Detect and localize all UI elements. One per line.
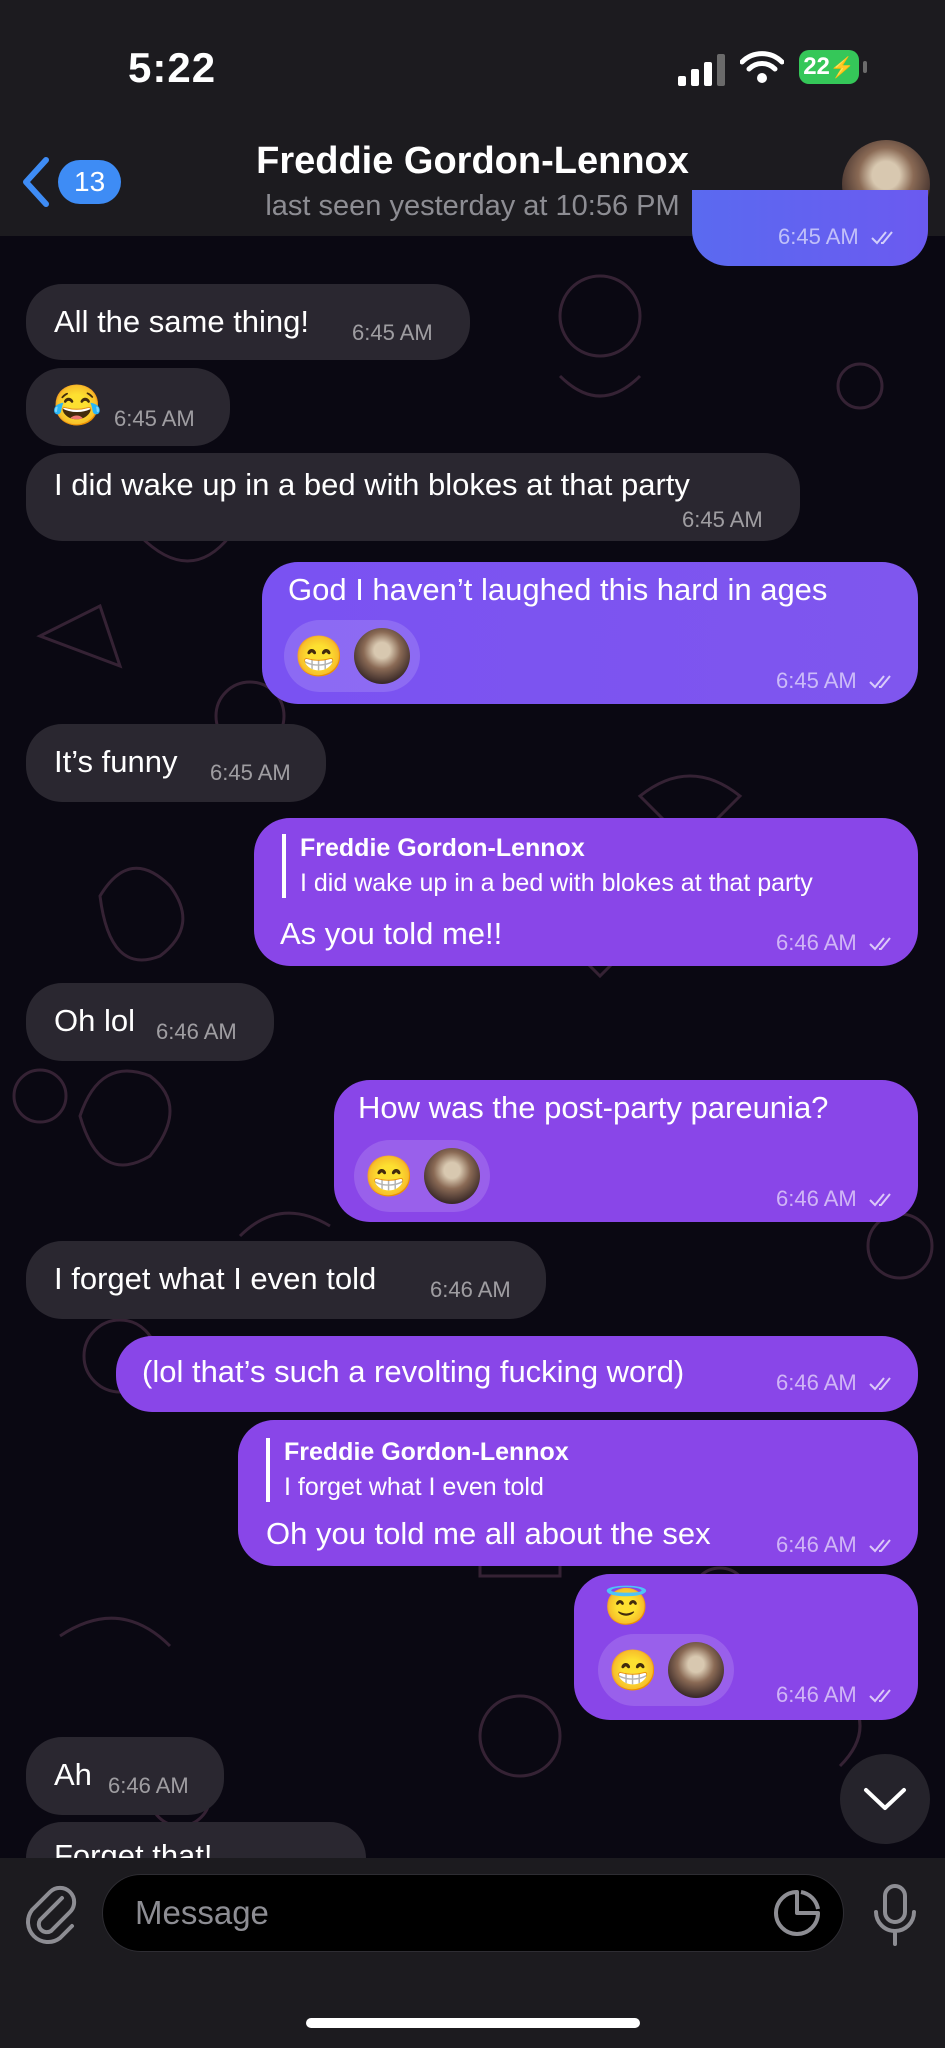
message-bubble-outgoing[interactable]: Freddie Gordon-Lennox I did wake up in a… — [254, 818, 918, 966]
sticker-icon[interactable] — [772, 1888, 822, 1938]
message-bubble-outgoing[interactable]: Lol 6:45 AM — [692, 190, 928, 266]
reactor-avatar — [423, 1148, 480, 1204]
message-time: 6:46 AM — [108, 1773, 189, 1798]
message-time-text: 6:46 AM — [776, 1370, 857, 1395]
message-bubble-incoming[interactable]: 😂 6:45 AM — [26, 368, 230, 446]
message-text: Oh lol — [54, 1003, 135, 1038]
reply-preview[interactable]: Freddie Gordon-Lennox I did wake up in a… — [282, 834, 813, 898]
message-time-text: 6:45 AM — [778, 224, 859, 249]
reaction-emoji: 😁 — [608, 1648, 658, 1693]
message-text: How was the post-party pareunia? — [358, 1090, 829, 1125]
reply-text: I did wake up in a bed with blokes at th… — [300, 869, 813, 897]
message-text: Forget that! — [54, 1838, 213, 1858]
message-bubble-incoming[interactable]: I did wake up in a bed with blokes at th… — [26, 453, 800, 541]
scroll-to-bottom-button[interactable] — [840, 1754, 930, 1844]
reply-preview[interactable]: Freddie Gordon-Lennox I forget what I ev… — [266, 1438, 569, 1502]
double-check-icon — [871, 231, 893, 245]
microphone-icon[interactable] — [870, 1882, 920, 1948]
message-bubble-incoming[interactable]: Forget that! — [26, 1822, 366, 1858]
message-bubble-incoming[interactable]: Ah 6:46 AM — [26, 1737, 224, 1815]
double-check-icon — [869, 675, 891, 689]
reply-sender: Freddie Gordon-Lennox — [300, 834, 585, 862]
message-time: 6:45 AM — [210, 760, 291, 785]
double-check-icon — [869, 1539, 891, 1553]
message-time-text: 6:45 AM — [776, 668, 857, 693]
signal-icon — [678, 54, 725, 86]
message-time: 6:46 AM — [776, 1186, 895, 1212]
message-emoji: 😂 — [52, 384, 102, 428]
message-bubble-incoming[interactable]: I forget what I even told 6:46 AM — [26, 1241, 546, 1319]
message-time: 6:46 AM — [430, 1277, 511, 1302]
reaction-emoji: 😁 — [294, 634, 344, 679]
message-bubble-incoming[interactable]: It’s funny 6:45 AM — [26, 724, 326, 802]
double-check-icon — [869, 1193, 891, 1207]
message-bubble-outgoing[interactable]: How was the post-party pareunia? 😁 6:46 … — [334, 1080, 918, 1222]
message-time-text: 6:46 AM — [776, 1186, 857, 1211]
contact-name[interactable]: Freddie Gordon-Lennox — [0, 140, 945, 183]
message-time: 6:46 AM — [156, 1019, 237, 1044]
charging-bolt-icon: ⚡ — [829, 56, 855, 79]
message-text: Ah — [54, 1757, 92, 1792]
double-check-icon — [869, 1689, 891, 1703]
message-emoji: 😇 — [604, 1586, 649, 1627]
reaction-chip[interactable]: 😁 — [284, 620, 420, 692]
message-bubble-outgoing[interactable]: 😇 😁 6:46 AM — [574, 1574, 918, 1720]
message-text: It’s funny — [54, 744, 178, 779]
reaction-emoji: 😁 — [364, 1154, 414, 1199]
message-text: As you told me!! — [280, 916, 503, 951]
message-text: I did wake up in a bed with blokes at th… — [54, 467, 690, 502]
message-bubble-outgoing[interactable]: God I haven’t laughed this hard in ages … — [262, 562, 918, 704]
message-text: Lol — [720, 196, 761, 229]
message-text: I forget what I even told — [54, 1261, 377, 1296]
status-bar: 5:22 22 ⚡ — [0, 0, 945, 130]
message-time: 6:46 AM — [776, 1370, 895, 1396]
message-bubble-incoming[interactable]: All the same thing! 6:45 AM — [26, 284, 470, 360]
double-check-icon — [869, 1377, 891, 1391]
message-bubble-incoming[interactable]: Oh lol 6:46 AM — [26, 983, 274, 1061]
message-input[interactable] — [102, 1874, 844, 1952]
message-time: 6:45 AM — [352, 320, 433, 345]
message-bubble-outgoing[interactable]: Freddie Gordon-Lennox I forget what I ev… — [238, 1420, 918, 1566]
message-bubble-outgoing[interactable]: (lol that’s such a revolting fucking wor… — [116, 1336, 918, 1412]
message-text: All the same thing! — [54, 304, 310, 339]
message-text: Oh you told me all about the sex — [266, 1516, 711, 1551]
reactor-avatar — [667, 1642, 724, 1698]
message-text: (lol that’s such a revolting fucking wor… — [142, 1354, 685, 1389]
message-time: 6:45 AM — [778, 224, 897, 250]
message-time: 6:46 AM — [776, 1682, 895, 1708]
wifi-icon — [740, 51, 784, 83]
message-time: 6:45 AM — [114, 406, 195, 431]
battery-level: 22 — [803, 53, 830, 80]
reaction-chip[interactable]: 😁 — [598, 1634, 734, 1706]
double-check-icon — [869, 937, 891, 951]
battery-indicator: 22 ⚡ — [799, 50, 867, 84]
chat-screen: 5:22 22 ⚡ 13 Freddie Gordon-Lennox last s… — [0, 0, 945, 2048]
message-time: 6:45 AM — [682, 507, 763, 532]
message-time: 6:46 AM — [776, 930, 895, 956]
message-time-text: 6:46 AM — [776, 1682, 857, 1707]
status-time: 5:22 — [128, 44, 217, 91]
reply-text: I forget what I even told — [284, 1473, 544, 1501]
message-text: God I haven’t laughed this hard in ages — [288, 572, 828, 607]
paperclip-icon[interactable] — [22, 1880, 78, 1944]
message-time-text: 6:46 AM — [776, 1532, 857, 1557]
message-time-text: 6:46 AM — [776, 930, 857, 955]
reactor-avatar — [353, 628, 410, 684]
message-time: 6:45 AM — [776, 668, 895, 694]
reaction-chip[interactable]: 😁 — [354, 1140, 490, 1212]
chevron-down-icon — [864, 1788, 906, 1810]
reply-sender: Freddie Gordon-Lennox — [284, 1438, 569, 1466]
message-composer — [0, 1858, 945, 2048]
message-time: 6:46 AM — [776, 1532, 895, 1558]
home-indicator — [306, 2018, 640, 2028]
